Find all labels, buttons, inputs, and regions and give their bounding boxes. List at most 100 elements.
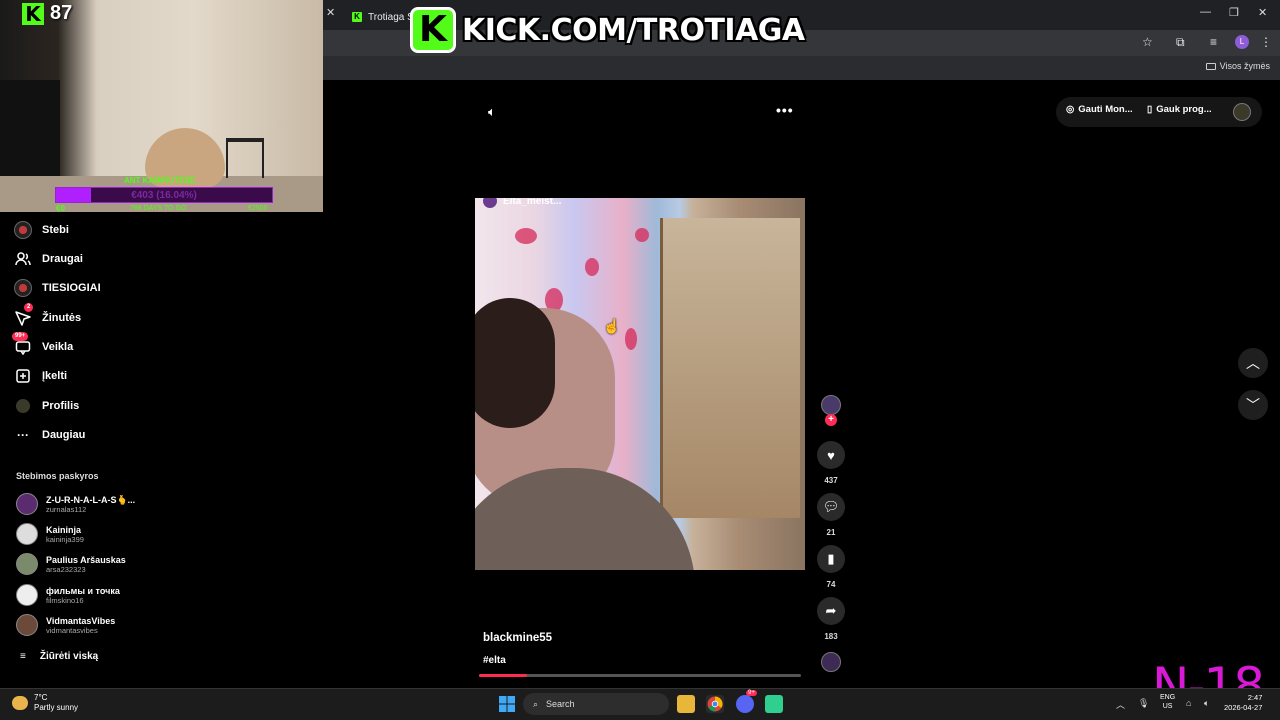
see-all-label: Žiūrėti viską	[39, 651, 99, 662]
donation-goal-text: €403 (16.04%)	[131, 190, 197, 201]
account-name: VidmantasVibes	[46, 615, 116, 626]
video-progress-bar[interactable]	[479, 674, 801, 677]
microphone-icon[interactable]: 🎙︎	[1138, 698, 1149, 709]
start-button[interactable]	[498, 695, 516, 713]
activity-badge: 99+	[12, 332, 29, 341]
video-author[interactable]: blackmine55	[483, 632, 552, 644]
sidebar-item-daugiau[interactable]: ··· Daugiau	[14, 426, 85, 444]
get-coins-button[interactable]: ◎ Gauti Mon...	[1066, 104, 1133, 115]
sidebar-item-stebi[interactable]: Stebi	[14, 221, 69, 239]
video-frame[interactable]: Elta_meist...	[475, 198, 805, 570]
sidebar-item-label: Žinutės	[42, 312, 82, 324]
account-name: Kaininja	[46, 524, 82, 535]
get-app-button[interactable]: ▯ Gauk prog...	[1147, 104, 1212, 115]
following-account[interactable]: Kaininja kaininja399	[16, 523, 84, 545]
sidebar-item-tiesiogiai[interactable]: TIESIOGIAI	[14, 279, 101, 297]
search-icon: ⌕	[533, 698, 539, 709]
webcam-overlay: K 87 ANT KAMPIUTERE €403 (16.04%) €0 788…	[0, 0, 323, 212]
window-close-icon[interactable]: ✕	[1258, 6, 1267, 19]
language-indicator[interactable]: ENG US	[1160, 693, 1175, 711]
save-count: 74	[826, 580, 836, 589]
chevron-up-icon: ︿	[1246, 355, 1260, 371]
restore-icon[interactable]: ❐	[1229, 6, 1239, 19]
following-account[interactable]: Paulius Aršauskas arsa232323	[16, 553, 126, 575]
weather-widget[interactable]: 7°C Partly sunny	[12, 693, 78, 713]
sidebar-item-label: Daugiau	[42, 429, 86, 441]
minimize-icon[interactable]: —	[1200, 6, 1211, 18]
bookmark-star-icon[interactable]: ☆	[1142, 35, 1153, 49]
creator-avatar[interactable]	[821, 395, 841, 415]
sidebar-item-zinutes[interactable]: 2 Žinutės	[14, 303, 82, 327]
sidebar-item-label: Profilis	[42, 400, 80, 412]
profile-avatar[interactable]: L	[1235, 35, 1249, 49]
share-icon: ➦	[825, 603, 837, 618]
like-button[interactable]: ♥	[817, 441, 845, 469]
donation-goal-days: 788 DAYS TO GO	[130, 205, 187, 212]
video-progress-fill	[479, 674, 528, 677]
video-hashtag[interactable]: #elta	[483, 655, 506, 666]
language-code: ENG	[1160, 694, 1176, 701]
sidebar-item-veikla[interactable]: 99+ Veikla	[12, 332, 74, 356]
user-avatar[interactable]	[1233, 103, 1251, 121]
speaker-icon[interactable]: 🔈︎	[1204, 698, 1209, 709]
following-account[interactable]: фильмы и точка filmskino16	[16, 584, 120, 606]
list-icon: ≡	[20, 651, 26, 662]
chrome-taskbar-icon[interactable]	[706, 695, 724, 713]
taskbar-search[interactable]: ⌕ Search	[523, 693, 669, 715]
following-avatar-icon	[14, 221, 32, 239]
viewer-counter: K 87	[22, 2, 72, 25]
discord-icon[interactable]: 9+	[736, 690, 757, 713]
following-section-title: Stebimos paskyros	[16, 471, 99, 481]
kick-favicon-icon: K	[352, 12, 362, 22]
sidebar-item-draugai[interactable]: Draugai	[14, 250, 83, 268]
network-icon[interactable]: ⌂	[1186, 698, 1191, 708]
file-explorer-icon[interactable]	[677, 695, 695, 713]
kick-url-banner: K KICK.COM/TROTIAGA	[410, 4, 836, 56]
more-dots-icon: ···	[17, 428, 29, 442]
donation-goal-target: €2500	[248, 205, 268, 212]
get-coins-label: Gauti Mon...	[1078, 104, 1133, 115]
avatar	[16, 584, 38, 606]
extensions-icon[interactable]: ⧉	[1176, 35, 1185, 50]
inbox-icon: 2	[14, 303, 34, 327]
share-button[interactable]: ➦	[817, 597, 845, 625]
all-bookmarks-button[interactable]: Visos žymės	[1205, 61, 1270, 71]
share-count: 183	[824, 632, 838, 641]
windows-logo-icon	[499, 696, 515, 712]
tab-close-icon[interactable]: ✕	[326, 6, 335, 19]
comment-button[interactable]: 💬︎	[817, 493, 845, 521]
follow-plus-icon[interactable]: +	[825, 414, 837, 426]
account-name: Z-U-R-N-A-L-A-S🫰...	[46, 494, 136, 505]
donation-goal-current: €0	[56, 204, 65, 212]
account-handle: zurnalas112	[46, 504, 87, 514]
more-options-icon[interactable]: •••	[776, 102, 794, 118]
account-handle: vidmantasvibes	[46, 625, 98, 635]
weather-description: Partly sunny	[34, 703, 79, 712]
following-account[interactable]: VidmantasVibes vidmantasvibes	[16, 614, 115, 636]
sidebar-item-label: Stebi	[42, 224, 69, 236]
previous-video-button[interactable]: ︿	[1238, 348, 1268, 378]
next-video-button[interactable]: ﹀	[1238, 390, 1268, 420]
reading-list-icon[interactable]: ≡	[1210, 35, 1217, 49]
video-overlay-user: Elta_meist...	[483, 198, 561, 208]
system-clock[interactable]: 2:47 2026-04-27	[1224, 693, 1262, 713]
video-person-hair	[475, 298, 555, 428]
video-cabinet	[660, 218, 800, 518]
see-all-following-button[interactable]: ≡ Žiūrėti viską	[20, 651, 98, 662]
tray-chevron-icon[interactable]: ︿	[1116, 698, 1125, 711]
sidebar-item-ikelti[interactable]: Įkelti	[14, 367, 67, 385]
sidebar-item-label: TIESIOGIAI	[42, 282, 101, 294]
avatar	[16, 493, 38, 515]
music-disc-icon[interactable]	[821, 652, 841, 672]
app-taskbar-icon[interactable]	[765, 695, 783, 713]
mouse-cursor-icon: ☝	[603, 318, 621, 334]
clock-date: 2026-04-27	[1224, 703, 1263, 712]
bookmark-icon: ▮	[827, 551, 835, 566]
sidebar-item-label: Veikla	[42, 341, 74, 353]
volume-icon[interactable]: 🔈︎	[488, 104, 496, 120]
save-button[interactable]: ▮	[817, 545, 845, 573]
account-name: Paulius Aršauskas	[46, 554, 126, 565]
following-account[interactable]: Z-U-R-N-A-L-A-S🫰... zurnalas112	[16, 493, 135, 515]
sidebar-item-profilis[interactable]: Profilis	[14, 397, 79, 415]
chrome-menu-icon[interactable]: ⋮	[1260, 35, 1272, 49]
